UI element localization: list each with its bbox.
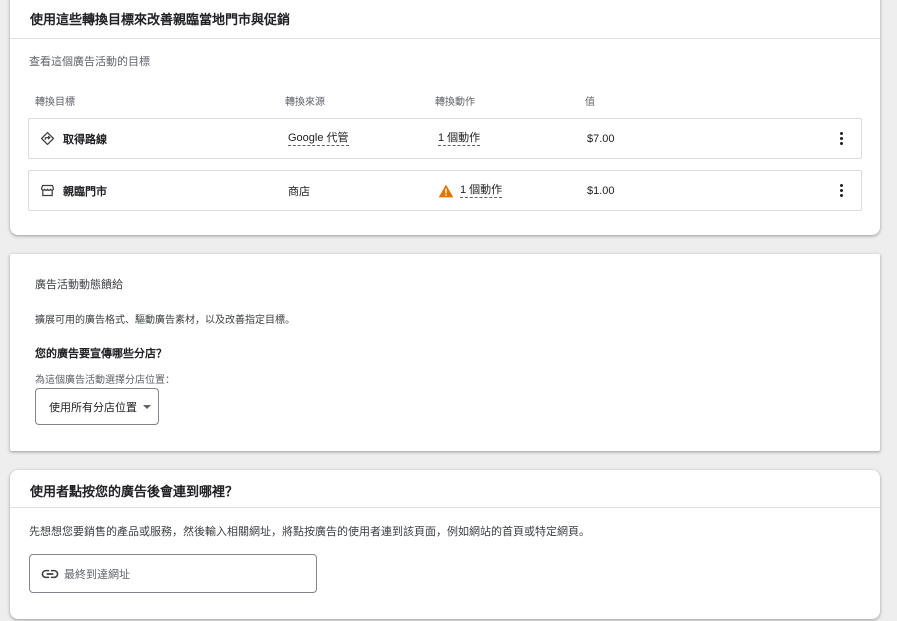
conversion-goals-title: 使用這些轉換目標來改善親臨當地門市與促銷 bbox=[10, 0, 880, 39]
goal-value-cell: $1.00 bbox=[587, 171, 615, 210]
location-select-label: 為這個廣告活動選擇分店位置： bbox=[35, 375, 175, 386]
location-select-value: 使用所有分店位置 bbox=[49, 401, 137, 414]
final-url-card: 使用者點按您的廣告後會連到哪裡？ 先想想您要銷售的產品或服務，然後輸入相關網址，… bbox=[10, 470, 880, 619]
goal-name: 取得路線 bbox=[63, 133, 107, 146]
goal-source[interactable]: Google 代管 bbox=[288, 132, 349, 146]
goal-name: 親臨門市 bbox=[63, 185, 107, 198]
goal-action-cell[interactable]: 1 個動作 bbox=[438, 171, 503, 210]
final-url-placeholder: 最終到達網址 bbox=[64, 568, 130, 581]
goal-source: 商店 bbox=[288, 185, 310, 198]
campaign-feed-description: 擴展可用的廣告格式、驅動廣告素材，以及改善指定目標。 bbox=[35, 315, 295, 326]
column-header-action: 轉換動作 bbox=[435, 97, 475, 108]
goal-action-link[interactable]: 1 個動作 bbox=[438, 132, 481, 146]
final-url-description: 先想想您要銷售的產品或服務，然後輸入相關網址，將點按廣告的使用者連到該頁面，例如… bbox=[29, 526, 590, 538]
campaign-feed-card: 廣告活動動態饋給 擴展可用的廣告格式、驅動廣告素材，以及改善指定目標。 您的廣告… bbox=[10, 254, 880, 451]
goal-source-cell[interactable]: Google 代管 bbox=[288, 119, 349, 158]
more-vert-icon bbox=[839, 131, 843, 135]
store-icon bbox=[40, 184, 55, 197]
column-header-source: 轉換來源 bbox=[285, 97, 325, 108]
final-url-input[interactable]: 最終到達網址 bbox=[29, 554, 317, 593]
goal-name-cell: 親臨門市 bbox=[40, 171, 107, 210]
more-options-button[interactable] bbox=[833, 130, 849, 146]
store-question: 您的廣告要宣傳哪些分店？ bbox=[35, 348, 167, 360]
goal-row-store-visits[interactable]: 親臨門市 商店 1 個動作 $1.00 bbox=[28, 170, 862, 211]
goal-name-cell: 取得路線 bbox=[40, 119, 107, 158]
goal-action-link[interactable]: 1 個動作 bbox=[460, 184, 503, 198]
goal-value: $7.00 bbox=[587, 132, 615, 145]
goal-value: $1.00 bbox=[587, 184, 615, 197]
campaign-feed-title: 廣告活動動態饋給 bbox=[35, 279, 123, 291]
goal-row-directions[interactable]: 取得路線 Google 代管 1 個動作 $7.00 bbox=[28, 118, 862, 159]
column-header-goal: 轉換目標 bbox=[35, 97, 75, 108]
more-options-button[interactable] bbox=[833, 182, 849, 198]
conversion-goals-subtitle: 查看這個廣告活動的目標 bbox=[29, 56, 150, 68]
goal-value-cell: $7.00 bbox=[587, 119, 615, 158]
caret-down-icon bbox=[143, 404, 151, 409]
location-select-dropdown[interactable]: 使用所有分店位置 bbox=[35, 388, 159, 425]
goal-action-cell[interactable]: 1 個動作 bbox=[438, 119, 481, 158]
goal-source-cell: 商店 bbox=[288, 171, 310, 210]
warning-icon bbox=[438, 184, 454, 197]
final-url-title: 使用者點按您的廣告後會連到哪裡？ bbox=[10, 470, 880, 508]
link-icon bbox=[41, 569, 59, 578]
more-vert-icon bbox=[839, 183, 843, 187]
conversion-goals-card: 使用這些轉換目標來改善親臨當地門市與促銷 查看這個廣告活動的目標 轉換目標 轉換… bbox=[10, 0, 880, 235]
directions-icon bbox=[40, 131, 55, 146]
column-header-value: 值 bbox=[585, 97, 595, 108]
